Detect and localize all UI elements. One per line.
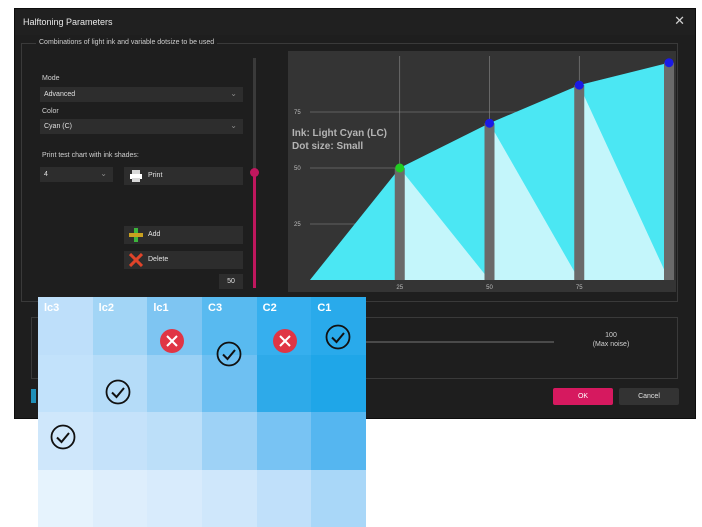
palette-swatch <box>38 469 93 527</box>
color-label: Color <box>42 108 59 115</box>
print-label: Print <box>148 172 163 179</box>
check-mark-icon <box>105 379 131 405</box>
color-value: Cyan (C) <box>44 123 73 130</box>
shades-value: 4 <box>44 171 48 178</box>
dialog-title: Halftoning Parameters <box>23 17 113 27</box>
palette-swatch <box>92 412 148 470</box>
ok-button[interactable]: OK <box>553 388 613 405</box>
check-mark-icon <box>216 341 242 367</box>
close-icon[interactable]: ✕ <box>674 13 685 29</box>
cross-mark-icon <box>160 329 184 353</box>
palette-swatch <box>311 469 366 527</box>
noise-max-caption: (Max noise) <box>592 341 630 348</box>
level-marker-1 <box>485 118 494 128</box>
slider-fill <box>253 173 256 288</box>
level-bar-3 <box>664 62 674 280</box>
y-tick-label-1: 50 <box>294 166 301 172</box>
cancel-button[interactable]: Cancel <box>619 388 679 405</box>
slider-value-field[interactable]: 50 <box>219 274 243 289</box>
noise-slider[interactable] <box>360 341 554 343</box>
help-button-edge[interactable] <box>31 389 36 403</box>
palette-swatch <box>256 412 312 470</box>
palette-column-label: lc3 <box>44 302 60 314</box>
color-select[interactable]: Cyan (C) ⌄ <box>40 119 243 134</box>
level-bar-2 <box>574 85 585 280</box>
palette-swatch <box>256 354 312 412</box>
mode-label: Mode <box>42 75 60 82</box>
palette-swatch <box>202 412 257 470</box>
mode-select[interactable]: Advanced ⌄ <box>40 87 243 102</box>
palette-swatch <box>38 354 93 412</box>
palette-column-label: C3 <box>208 302 223 314</box>
palette-column-label: lc1 <box>153 302 169 314</box>
y-tick-label-2: 75 <box>294 110 301 116</box>
chevron-down-icon: ⌄ <box>230 121 237 130</box>
add-button[interactable]: Add <box>124 226 243 244</box>
delete-label: Delete <box>148 256 169 263</box>
palette-swatch <box>256 469 312 527</box>
add-label: Add <box>148 231 161 238</box>
printer-icon <box>130 170 142 182</box>
palette-column-label: C2 <box>262 302 277 314</box>
chevron-down-icon: ⌄ <box>230 89 237 98</box>
palette-swatch <box>311 354 366 412</box>
mode-value: Advanced <box>44 91 76 98</box>
x-tick-label-1: 50 <box>486 285 493 291</box>
noise-max-label: 100 (Max noise) <box>583 331 639 349</box>
noise-max-value: 100 <box>605 332 617 339</box>
level-marker-0 <box>395 163 405 173</box>
check-mark-icon <box>50 424 76 450</box>
level-bar-0 <box>394 168 405 280</box>
shades-select[interactable]: 4 ⌄ <box>40 167 113 182</box>
level-marker-2 <box>574 80 584 90</box>
palette-swatch <box>92 469 148 527</box>
x-tick-label-0: 25 <box>396 285 403 291</box>
plus-icon <box>129 228 143 242</box>
chart-tooltip: Ink: Light Cyan (LC) Dot size: Small <box>292 127 387 153</box>
chevron-down-icon: ⌄ <box>100 169 107 178</box>
palette-column-label: lc2 <box>98 302 114 314</box>
test-chart-label: Print test chart with ink shades: <box>42 152 139 159</box>
level-marker-3 <box>664 58 674 68</box>
palette-column-label: C1 <box>317 302 332 314</box>
print-button[interactable]: Print <box>124 167 243 185</box>
tooltip-ink: Ink: Light Cyan (LC) <box>292 128 387 139</box>
tooltip-dot-size: Dot size: Small <box>292 141 364 152</box>
ink-palette-overlay: lc3 lc2 lc1 C3 C2 C1 <box>38 297 366 527</box>
check-mark-icon <box>325 324 351 350</box>
palette-swatch <box>147 469 202 527</box>
cross-mark-icon <box>273 329 297 353</box>
title-bar: Halftoning Parameters ✕ <box>15 9 695 35</box>
palette-swatch <box>147 354 202 412</box>
x-tick-label-2: 75 <box>576 285 583 291</box>
combinations-group-title: Combinations of light ink and variable d… <box>36 39 218 46</box>
delete-x-icon <box>129 253 143 267</box>
palette-swatch <box>311 412 366 470</box>
delete-button[interactable]: Delete <box>124 251 243 269</box>
palette-swatch <box>202 469 257 527</box>
level-bar-1 <box>484 123 495 280</box>
vertical-slider[interactable] <box>250 58 259 288</box>
palette-swatch <box>147 412 202 470</box>
ink-curve-chart[interactable]: 25 50 75 25 50 75 <box>288 51 676 292</box>
slider-handle[interactable] <box>250 168 259 177</box>
y-tick-label-0: 25 <box>294 222 301 228</box>
